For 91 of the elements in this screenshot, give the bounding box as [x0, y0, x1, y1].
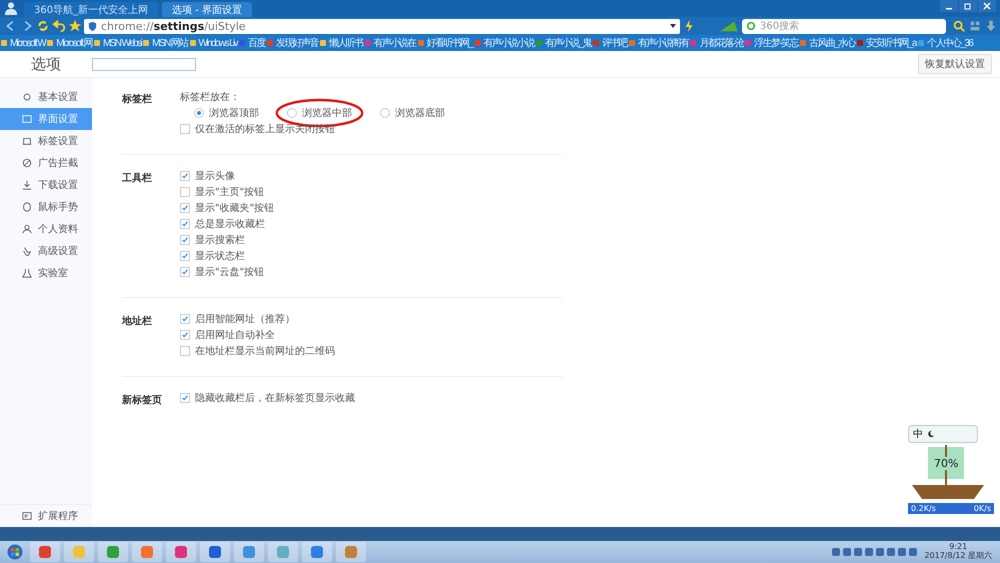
check-icon	[181, 172, 189, 180]
section-label: 标签栏	[122, 92, 153, 107]
sidebar-item[interactable]: 高级设置	[0, 240, 92, 262]
sidebar-item[interactable]: 实验室	[0, 262, 92, 284]
person-icon	[22, 224, 32, 234]
bookmark-link[interactable]: 古风曲_水心	[800, 36, 855, 50]
section-label: 地址栏	[122, 314, 153, 329]
taskbar-app-icon[interactable]	[132, 542, 162, 562]
section-label: 新标签页	[122, 393, 163, 407]
bookmark-link[interactable]: MSN Websi	[94, 38, 142, 48]
browser-tab[interactable]: 360导航_新一代安全上网	[24, 2, 158, 17]
sidebar-item[interactable]: 基本设置	[0, 86, 92, 108]
taskbar-app-icon[interactable]	[98, 542, 128, 562]
search-logo-icon	[746, 21, 756, 31]
undo-arrow-icon[interactable]	[52, 19, 66, 33]
checkbox-option[interactable]: 显示头像	[180, 169, 274, 183]
bookmark-link[interactable]: 有声小说在	[364, 36, 416, 50]
bookmark-link[interactable]: 好看听书网_	[418, 36, 472, 50]
extension-icon	[22, 511, 32, 521]
sidebar-item[interactable]: 下载设置	[0, 174, 92, 196]
bookmark-link[interactable]: Windows Liv	[190, 38, 238, 48]
radio-option[interactable]: 浏览器底部	[380, 106, 445, 120]
taskbar-app-icon[interactable]	[268, 542, 298, 562]
ime-indicator[interactable]: 中	[913, 427, 923, 441]
page-title: 选项	[30, 54, 62, 74]
bookmark-link[interactable]: Microsoft W	[1, 38, 46, 48]
bookmark-link[interactable]: MSN 网站	[143, 36, 188, 50]
gear-icon	[22, 92, 32, 102]
browser-tab[interactable]: 选项 - 界面设置	[162, 2, 252, 17]
taskbar-app-icon[interactable]	[166, 542, 196, 562]
close-icon[interactable]	[978, 0, 996, 12]
checkbox-option[interactable]: 启用网址自动补全	[180, 328, 335, 342]
bookmark-link[interactable]: 发现好声音	[266, 36, 318, 50]
moon-icon	[927, 430, 935, 438]
download-icon	[22, 180, 32, 190]
bookmark-link[interactable]: 懒人听书	[320, 36, 363, 50]
checkbox-option[interactable]: 隐藏收藏栏后，在新标签页显示收藏	[180, 391, 355, 405]
option-prompt: 标签栏放在：	[180, 90, 241, 104]
checkbox-option[interactable]: 显示状态栏	[180, 249, 274, 263]
minimize-icon[interactable]	[940, 0, 958, 12]
bookmark-link[interactable]: 月都花落-沧	[690, 36, 744, 50]
address-field[interactable]: chrome://settings/uiStyle	[84, 18, 680, 34]
star-icon[interactable]	[68, 19, 82, 33]
refresh-icon[interactable]	[36, 19, 50, 33]
download-icon[interactable]	[984, 19, 998, 33]
checkbox-option[interactable]: 仅在激活的标签上显示关闭按钮	[180, 122, 445, 136]
clock[interactable]: 9:21 2017/8/12 星期六	[924, 543, 992, 561]
sidebar-item[interactable]: 鼠标手势	[0, 196, 92, 218]
taskbar-app-icon[interactable]	[336, 542, 366, 562]
restore-icon[interactable]	[959, 0, 977, 12]
checkbox-option[interactable]: 总是显示收藏栏	[180, 217, 274, 231]
download-speed: 0K/s	[974, 504, 991, 513]
checkbox-option[interactable]: 显示"收藏夹"按钮	[180, 201, 274, 215]
radio-option[interactable]: 浏览器顶部	[194, 106, 259, 120]
bookmark-link[interactable]: 安安听书网_a	[856, 36, 916, 50]
checkbox-option[interactable]: 显示"云盘"按钮	[180, 265, 274, 279]
taskbar-app-icon[interactable]	[234, 542, 264, 562]
grid-icon[interactable]	[968, 19, 982, 33]
checkbox-option[interactable]: 显示"主页"按钮	[180, 185, 274, 199]
check-icon	[181, 394, 189, 402]
bookmark-link[interactable]: 有声小说阁有	[629, 36, 688, 50]
checkbox-option[interactable]: 启用智能网址（推荐）	[180, 312, 335, 326]
tab-icon	[22, 136, 32, 146]
sidebar-item[interactable]: 标签设置	[0, 130, 92, 152]
sidebar-item[interactable]: 广告拦截	[0, 152, 92, 174]
bookmark-link[interactable]: 有声小说小说	[474, 36, 534, 50]
bookmark-link[interactable]: 浮生梦-笑忘	[745, 36, 798, 50]
bookmark-link[interactable]: 个人中心_36	[918, 36, 972, 50]
upload-speed: 0.2K/s	[911, 504, 936, 513]
dropdown-caret-icon[interactable]	[669, 22, 677, 30]
avatar-icon[interactable]	[4, 1, 18, 15]
search-icon[interactable]	[952, 19, 966, 33]
checkbox-option[interactable]: 显示搜索栏	[180, 233, 274, 247]
bookmark-link[interactable]: 百度	[239, 36, 265, 50]
checkbox-option[interactable]: 在地址栏显示当前网址的二维码	[180, 344, 335, 358]
bookmark-link[interactable]: Microsoft 网	[47, 36, 92, 50]
flask-icon	[22, 268, 32, 278]
reset-defaults-button[interactable]: 恢复默认设置	[918, 54, 992, 74]
section-label: 工具栏	[122, 172, 153, 186]
taskbar-app-icon[interactable]	[200, 542, 230, 562]
taskbar-app-icon[interactable]	[302, 542, 332, 562]
shield-icon	[87, 20, 98, 32]
window-icon	[22, 114, 32, 124]
taskbar-app-icon[interactable]	[30, 542, 60, 562]
bookmark-link[interactable]: 评书吧	[592, 36, 628, 50]
bookmark-link[interactable]: 有声小说_鬼	[536, 36, 591, 50]
block-icon	[22, 158, 32, 168]
mouse-icon	[22, 202, 32, 212]
memory-percent: 70%	[932, 457, 960, 470]
settings-search-field[interactable]	[92, 58, 196, 70]
sidebar-item[interactable]: 个人资料	[0, 218, 92, 240]
